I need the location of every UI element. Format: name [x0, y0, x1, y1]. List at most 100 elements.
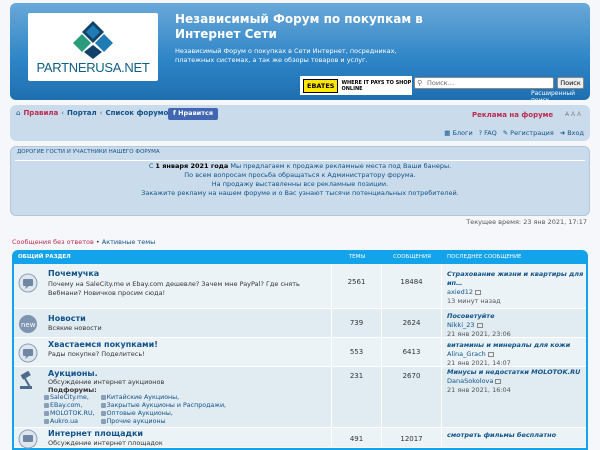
ebates-slogan: WHERE IT PAYS TO SHOP ONLINE — [341, 79, 412, 92]
subforums-label: Подфорумы: — [48, 386, 97, 394]
forum-row: Хвастаемся покупками! Рады покупке? Поде… — [14, 338, 586, 367]
forum-title[interactable]: Аукционы. — [48, 369, 98, 378]
last-post-title[interactable]: Минусы и недостатки MOLOTOK.RU — [447, 368, 586, 377]
logo-diamond-icon — [73, 21, 113, 59]
announcement-body: С 1 января 2021 года Мы предлагаем к про… — [15, 160, 585, 212]
announcement-line: По всем вопросам просьба обращаться к Ад… — [184, 171, 416, 179]
gavel-icon — [20, 370, 32, 389]
active-topics-link[interactable]: Активные темы — [102, 238, 155, 246]
forum-list-link[interactable]: Список форумов — [105, 109, 172, 117]
announcement-line: С 1 января 2021 года Мы предлагаем к про… — [148, 162, 452, 170]
forum-table: ОБЩИЙ РАЗДЕЛ ТЕМЫ СООБЩЕНИЯ ПОСЛЕДНЕЕ СО… — [12, 250, 588, 450]
last-post-title[interactable]: Посоветуйте — [447, 312, 586, 321]
subforum-icon — [44, 411, 49, 416]
breadcrumb: ⌂ Правила ‹ Портал ‹ Список форумов — [16, 109, 173, 117]
forum-title[interactable]: Почемучка — [48, 269, 99, 278]
posts-header: СООБЩЕНИЯ — [393, 254, 431, 260]
faq-link[interactable]: ? FAQ — [479, 129, 497, 137]
subforum-link[interactable]: Прочие аукционы — [100, 418, 227, 425]
subforum-link[interactable]: SaleCity.me, — [44, 394, 95, 401]
forum-title[interactable]: Новости — [48, 314, 86, 323]
breadcrumb-separator: ‹ — [61, 109, 65, 117]
subforum-icon — [100, 395, 106, 400]
subforum-link[interactable]: EBay.com, — [44, 402, 95, 409]
topics-count: 231 — [332, 367, 382, 427]
subforum-link[interactable]: MOLOTOK.RU, — [44, 410, 95, 417]
search-button[interactable]: Поиск — [557, 77, 584, 89]
font-size-controls[interactable]: A̶ A A — [565, 111, 581, 118]
forum-read-icon — [18, 429, 38, 449]
quick-links-separator: • — [93, 238, 102, 246]
section-title[interactable]: ОБЩИЙ РАЗДЕЛ — [14, 254, 332, 260]
advanced-search-link[interactable]: Расширенный поиск — [531, 90, 590, 104]
page: PARTNERUSA.NET Независимый Форум по поку… — [0, 0, 600, 450]
advertising-link[interactable]: Реклама на форуме — [472, 111, 553, 119]
forum-description: Рады покупке? Поделитесь! — [48, 350, 145, 358]
table-header: ОБЩИЙ РАЗДЕЛ ТЕМЫ СООБЩЕНИЯ ПОСЛЕДНЕЕ СО… — [14, 250, 586, 264]
search-icon: ⚲ — [417, 79, 423, 87]
subforum-icon — [44, 395, 49, 400]
subforum-icon — [44, 403, 49, 408]
topics-header: ТЕМЫ — [348, 254, 366, 260]
unanswered-posts-link[interactable]: Сообщения без ответов — [12, 238, 94, 246]
subforum-icon — [100, 419, 106, 424]
subforum-link[interactable]: Aukro.ua — [44, 418, 95, 425]
last-post: Страхование жизни и квартиры для ип… axi… — [442, 264, 586, 308]
register-label: Регистрация — [510, 129, 554, 137]
posts-count: 2670 — [382, 367, 442, 427]
last-post-author[interactable]: Alina_Grach — [447, 350, 486, 358]
blogs-link[interactable]: ▦ Блоги — [444, 129, 472, 137]
site-description: Независимый Форум о покупках в Сети Инте… — [175, 47, 397, 64]
site-logo[interactable]: PARTNERUSA.NET — [28, 13, 158, 81]
home-icon: ⌂ — [16, 109, 21, 117]
current-time: Текущее время: 23 янв 2021, 17:17 — [466, 218, 587, 226]
last-post-title[interactable]: витамины и минералы для кожи — [447, 341, 586, 350]
news-icon: new — [19, 315, 37, 333]
site-title: Независимый Форум по покупкам в Интернет… — [175, 12, 423, 41]
topics-count: 553 — [332, 338, 382, 366]
view-latest-post-icon[interactable] — [495, 378, 502, 384]
login-label: Вход — [567, 129, 584, 137]
last-post-author[interactable]: Nikki_23 — [447, 321, 475, 329]
register-icon: ✎ — [502, 129, 509, 137]
forum-title[interactable]: Интернет площадки — [48, 429, 143, 438]
login-link[interactable]: ➜ Вход — [560, 129, 584, 137]
topics-count: 491 — [332, 428, 382, 447]
last-post-author[interactable]: axied12 — [447, 288, 473, 296]
rules-link[interactable]: Правила — [23, 109, 58, 117]
subforum-link[interactable]: Закрытые Аукционы и Распродажи, — [100, 402, 226, 409]
last-post-author[interactable]: DanaSokolova — [447, 377, 493, 385]
posts-count: 12017 — [382, 428, 442, 447]
last-post: Минусы и недостатки MOLOTOK.RU DanaSokol… — [442, 367, 586, 427]
posts-count: 18484 — [382, 264, 442, 308]
register-link[interactable]: ✎ Регистрация — [503, 129, 554, 137]
portal-link[interactable]: Портал — [67, 109, 97, 117]
view-latest-post-icon[interactable] — [476, 322, 483, 328]
forum-row: Аукционы. Обсуждение интернет аукционов … — [14, 367, 586, 428]
last-post-title[interactable]: Страхование жизни и квартиры для ип… — [447, 270, 586, 288]
topics-count: 2561 — [332, 264, 382, 308]
forum-read-icon — [18, 343, 38, 363]
subforum-icon — [100, 403, 106, 408]
view-latest-post-icon[interactable] — [487, 351, 494, 357]
forum-description: Обсуждение интернет площадок — [48, 439, 163, 447]
last-post: витамины и минералы для кожи Alina_Grach… — [442, 338, 586, 367]
forum-title[interactable]: Хвастаемся покупками! — [48, 340, 158, 349]
last-post: смотреть фильмы бесплатно — [442, 428, 586, 447]
breadcrumb-separator: ‹ — [99, 109, 103, 117]
subforum-icon — [100, 411, 106, 416]
ebates-banner[interactable]: EBATES WHERE IT PAYS TO SHOP ONLINE — [300, 76, 412, 95]
facebook-like-button[interactable]: f Нравится — [168, 108, 219, 120]
last-post-title[interactable]: смотреть фильмы бесплатно — [447, 431, 586, 440]
subforum-link[interactable]: Оптовые Аукционы, — [100, 410, 227, 417]
forum-description: Почему на SaleCity.me и Ebay.com дешевле… — [48, 280, 300, 297]
subforum-link[interactable]: Китайские Аукционы, — [100, 394, 227, 401]
view-latest-post-icon[interactable] — [475, 289, 482, 295]
site-header: PARTNERUSA.NET Независимый Форум по поку… — [10, 3, 590, 104]
search-placeholder: Поиск… — [427, 79, 455, 87]
search-input[interactable]: ⚲ Поиск… — [414, 77, 554, 89]
posts-count: 6413 — [382, 338, 442, 366]
subforums-list: SaleCity.me, Китайские Аукционы, EBay.co… — [44, 394, 232, 425]
subforum-icon — [44, 419, 49, 424]
forum-row: Интернет площадки Обсуждение интернет пл… — [14, 428, 586, 449]
